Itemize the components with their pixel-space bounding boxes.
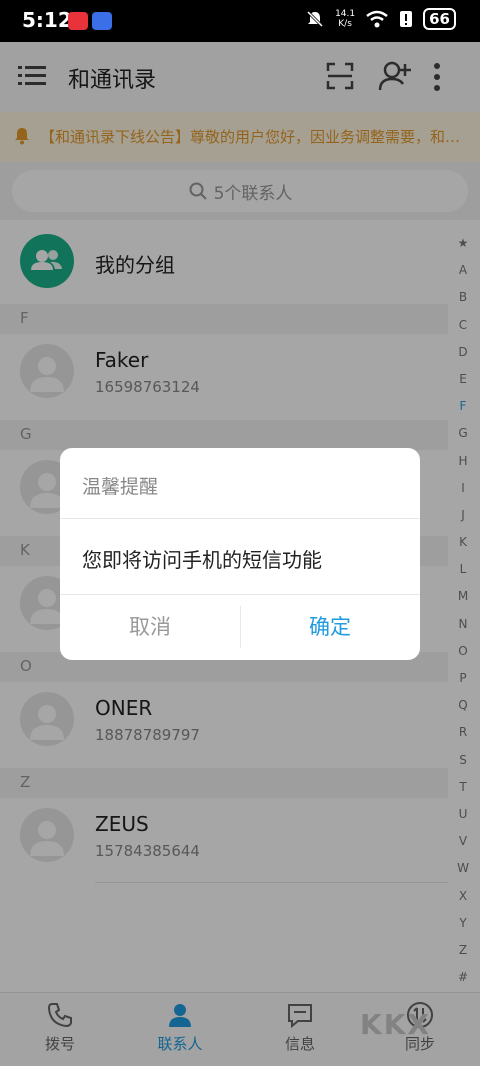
cancel-button[interactable]: 取消	[60, 594, 240, 660]
speed-unit: K/s	[338, 19, 352, 29]
dialog-divider	[60, 518, 420, 519]
dialog-title: 温馨提醒	[82, 476, 159, 498]
speed-value: 14.1	[335, 9, 356, 19]
mute-bell-icon	[307, 10, 324, 28]
status-bar: 5:12 14.1 K/s 66	[0, 0, 480, 42]
battery-indicator: 66	[423, 8, 456, 30]
wifi-icon	[366, 10, 388, 28]
notification-app-icon	[92, 12, 112, 30]
dialog-message: 您即将访问手机的短信功能	[82, 548, 322, 572]
status-time: 5:12	[22, 8, 72, 32]
alert-icon	[400, 11, 413, 27]
network-speed: 14.1 K/s	[335, 9, 355, 29]
notification-app-icon	[68, 12, 88, 30]
status-right: 14.1 K/s 66	[305, 8, 456, 30]
alert-dialog: 温馨提醒 您即将访问手机的短信功能 取消 确定	[60, 448, 420, 660]
confirm-button[interactable]: 确定	[240, 594, 420, 660]
